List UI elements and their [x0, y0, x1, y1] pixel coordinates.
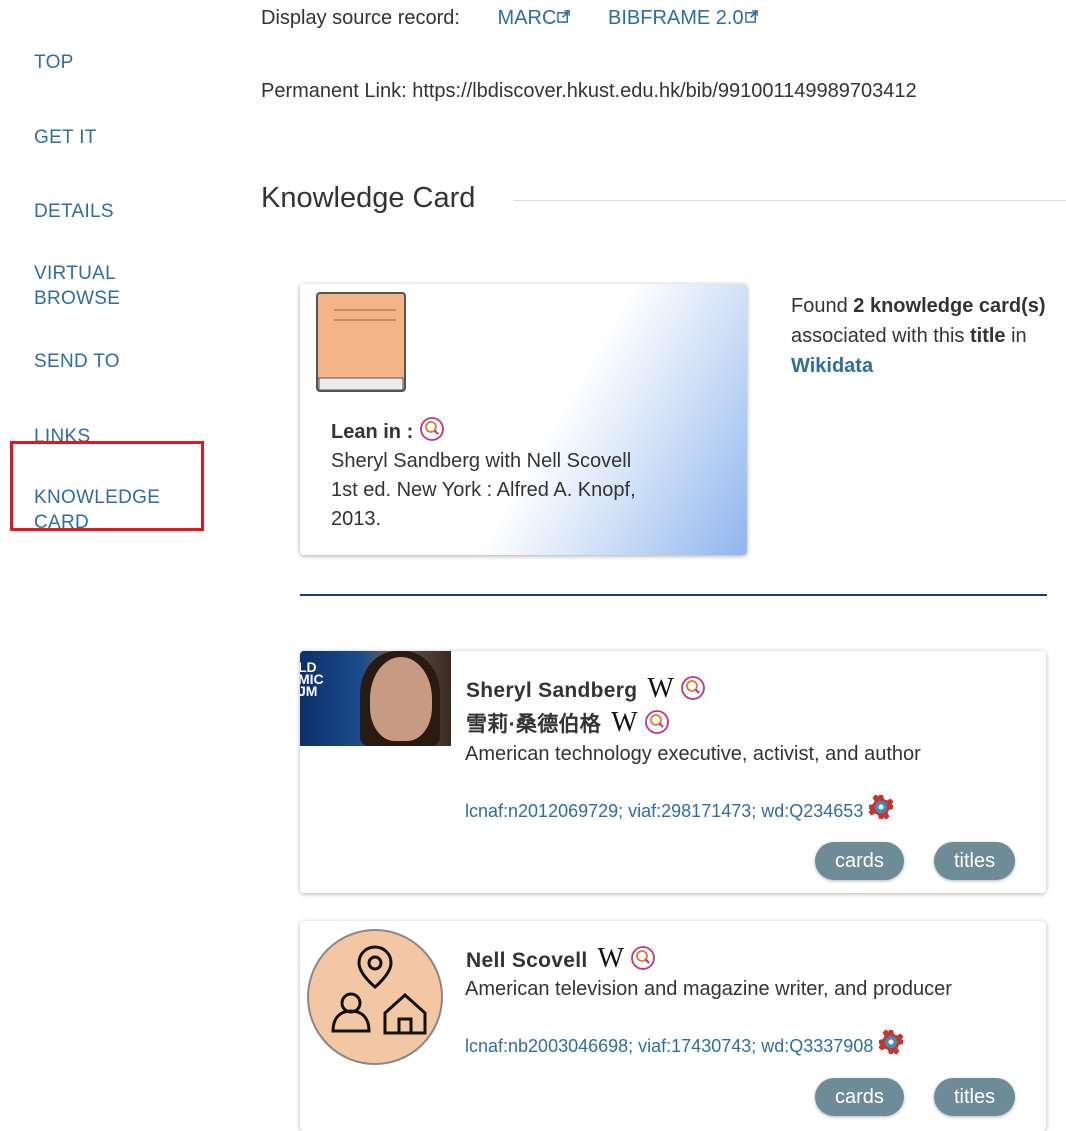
search-icon[interactable]: [630, 945, 656, 971]
person-photo: LD MIC JM: [300, 651, 451, 746]
sidebar-item-send-to[interactable]: SEND TO: [34, 349, 120, 374]
sidebar-item-details[interactable]: DETAILS: [34, 199, 114, 224]
search-icon[interactable]: [644, 709, 670, 735]
sidebar-item-get-it[interactable]: GET IT: [34, 125, 97, 150]
section-title: Knowledge Card: [261, 182, 476, 214]
divider: [513, 200, 1066, 201]
title-card-author: Sheryl Sandberg with Nell Scovell: [331, 450, 632, 472]
title-card-edition: 1st ed. New York : Alfred A. Knopf,: [331, 479, 636, 501]
entity-card-sandberg: LD MIC JM Sheryl Sandberg W 雪莉·桑德伯格 W Americ…: [300, 651, 1046, 893]
external-link-icon: [557, 10, 571, 23]
source-record-row: Display source record: MARC BIBFRAME 2.0: [261, 7, 790, 30]
entity-name: Nell Scovell W: [466, 943, 656, 975]
entity-name: Sheryl Sandberg W: [466, 673, 706, 705]
marc-link-label: MARC: [497, 7, 557, 29]
found-count: 2 knowledge card(s): [853, 295, 1046, 317]
entity-alt-name-text: 雪莉·桑德伯格: [466, 713, 602, 736]
bibframe-link[interactable]: BIBFRAME 2.0: [608, 7, 758, 29]
permanent-link[interactable]: Permanent Link: https://lbdiscover.hkust…: [261, 80, 917, 103]
title-card-year: 2013.: [331, 508, 382, 530]
gear-icon[interactable]: [877, 1028, 905, 1056]
book-icon: [316, 292, 406, 392]
titles-button[interactable]: titles: [934, 1078, 1016, 1116]
wikipedia-icon[interactable]: W: [598, 943, 625, 974]
title-card: Lean in : Sheryl Sandberg with Nell Scov…: [300, 284, 747, 555]
found-summary: Found 2 knowledge card(s) associated wit…: [791, 291, 1051, 381]
gear-icon[interactable]: [867, 793, 895, 821]
entity-card-scovell: Nell Scovell W American television and ma…: [300, 921, 1046, 1131]
divider: [300, 594, 1047, 596]
person-home-icon: [331, 945, 427, 1035]
sidebar-nav: TOP GET IT DETAILS VIRTUAL BROWSE SEND T…: [0, 0, 230, 1125]
external-link-icon: [744, 10, 758, 23]
person-avatar: [307, 929, 443, 1065]
entity-identifiers[interactable]: lcnaf:n2012069729; viaf:298171473; wd:Q2…: [465, 793, 895, 822]
entity-description: American television and magazine writer,…: [465, 978, 952, 1000]
wikipedia-icon[interactable]: W: [647, 673, 674, 704]
entity-description: American technology executive, activist,…: [465, 743, 921, 765]
entity-alt-name: 雪莉·桑德伯格 W: [466, 707, 670, 739]
wikidata-link[interactable]: Wikidata: [791, 355, 873, 377]
entity-name-text: Sheryl Sandberg: [466, 679, 638, 702]
found-title-word: title: [969, 325, 1006, 347]
cards-button[interactable]: cards: [815, 842, 904, 880]
search-icon[interactable]: [419, 416, 445, 442]
entity-identifiers-text: lcnaf:n2012069729; viaf:298171473; wd:Q2…: [465, 801, 864, 821]
found-middle: associated with this: [791, 325, 965, 347]
entity-identifiers-text: lcnaf:nb2003046698; viaf:17430743; wd:Q3…: [465, 1036, 874, 1056]
search-icon[interactable]: [680, 675, 706, 701]
sidebar-item-top[interactable]: TOP: [34, 50, 74, 75]
entity-name-text: Nell Scovell: [466, 949, 588, 972]
found-in: in: [1011, 325, 1027, 347]
marc-link[interactable]: MARC: [498, 7, 571, 29]
highlight-box: [10, 441, 204, 531]
titles-button[interactable]: titles: [934, 842, 1016, 880]
wikipedia-icon[interactable]: W: [611, 707, 638, 738]
bibframe-link-label: BIBFRAME 2.0: [607, 7, 744, 29]
cards-button[interactable]: cards: [815, 1078, 904, 1116]
sidebar-item-virtual-browse[interactable]: VIRTUAL BROWSE: [34, 261, 154, 311]
title-card-title: Lean in :: [331, 421, 414, 443]
found-prefix: Found: [791, 295, 848, 317]
entity-identifiers[interactable]: lcnaf:nb2003046698; viaf:17430743; wd:Q3…: [465, 1028, 905, 1057]
source-record-label: Display source record:: [261, 7, 460, 29]
